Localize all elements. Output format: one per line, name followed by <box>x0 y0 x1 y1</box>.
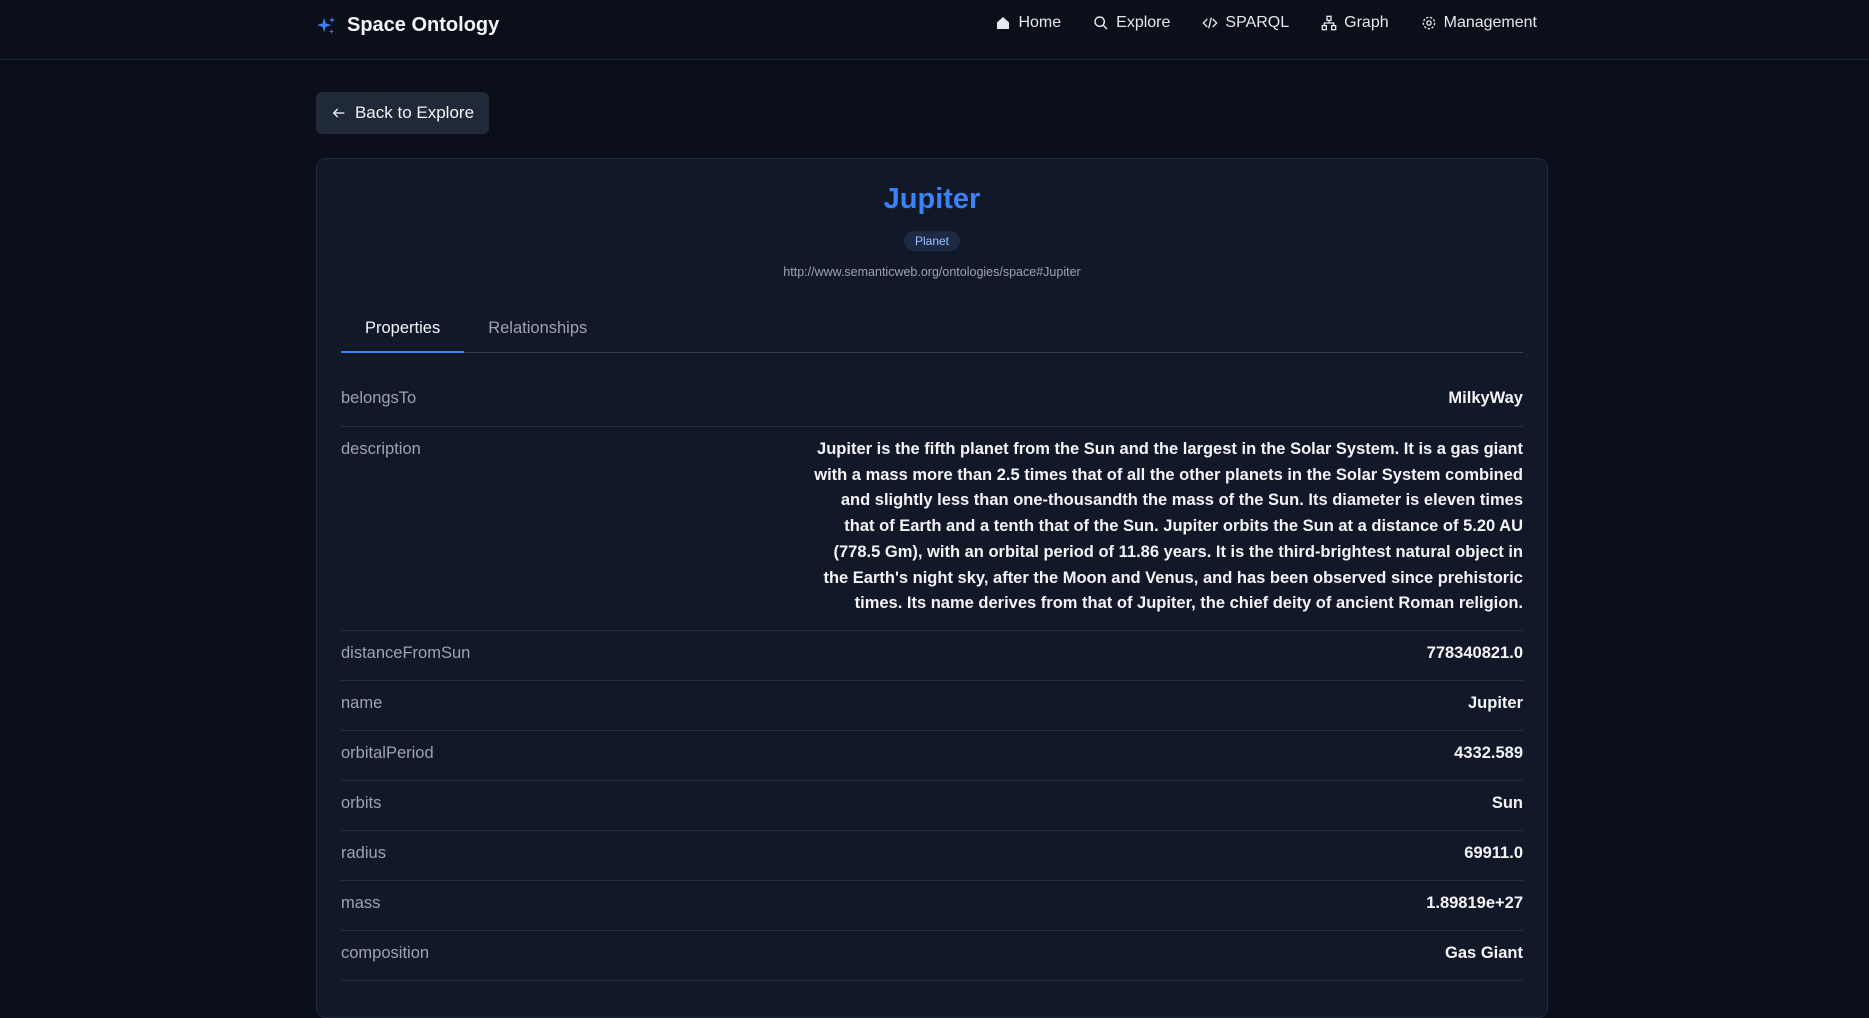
entity-card: Jupiter Planet http://www.semanticweb.or… <box>316 158 1548 1018</box>
entity-title: Jupiter <box>883 183 981 215</box>
nav-graph-label: Graph <box>1344 14 1389 31</box>
property-row: name Jupiter <box>341 681 1523 731</box>
nav-explore[interactable]: Explore <box>1093 14 1170 32</box>
property-value: MilkyWay <box>1448 389 1523 407</box>
top-navbar: Space Ontology Home Explore SPARQL Graph… <box>0 0 1869 60</box>
property-row: orbits Sun <box>341 781 1523 831</box>
property-row: mass 1.89819e+27 <box>341 881 1523 931</box>
type-badge: Planet <box>903 231 961 251</box>
entity-uri: http://www.semanticweb.org/ontologies/sp… <box>783 265 1081 279</box>
property-value: Jupiter <box>1467 693 1523 712</box>
nav-home[interactable]: Home <box>995 14 1061 32</box>
property-row: orbitalPeriod 4332.589 <box>341 731 1523 781</box>
tab-bar: Properties Relationships <box>341 311 1523 353</box>
property-value: 69911.0 <box>1464 843 1523 862</box>
search-icon <box>1094 16 1108 30</box>
nav-management[interactable]: Management <box>1421 14 1537 32</box>
nav-explore-label: Explore <box>1116 14 1171 31</box>
property-key: description <box>341 440 421 458</box>
back-to-explore-button[interactable]: Back to Explore <box>316 92 489 134</box>
property-row: distanceFromSun 778340821.0 <box>341 631 1523 681</box>
home-icon <box>997 17 1010 29</box>
gear-icon <box>1422 16 1435 30</box>
nav-sparql-label: SPARQL <box>1225 14 1290 31</box>
brand-name: Space Ontology <box>347 14 500 36</box>
brand[interactable]: Space Ontology <box>315 14 499 37</box>
property-key: distanceFromSun <box>341 643 471 662</box>
nav-management-label: Management <box>1443 14 1537 31</box>
property-value-description: Jupiter is the fifth planet from the Sun… <box>814 440 1523 613</box>
nav-home-label: Home <box>1018 14 1062 31</box>
main-nav: Home Explore SPARQL Graph Management <box>995 14 1537 32</box>
tab-properties[interactable]: Properties <box>341 311 465 353</box>
code-icon <box>1202 17 1219 29</box>
property-key: name <box>341 693 383 712</box>
property-value: Sun <box>1491 793 1523 812</box>
property-row: belongsTo MilkyWay <box>341 389 1523 427</box>
property-key: mass <box>341 893 381 912</box>
nav-graph[interactable]: Graph <box>1321 14 1389 32</box>
property-row: composition Gas Giant <box>341 931 1523 981</box>
back-button-label: Back to Explore <box>354 103 475 122</box>
property-value: Gas Giant <box>1445 943 1523 962</box>
graph-icon <box>1321 15 1337 31</box>
property-value: 778340821.0 <box>1426 643 1523 662</box>
property-row: radius 69911.0 <box>341 831 1523 881</box>
property-key: orbitalPeriod <box>341 743 434 762</box>
property-key: orbits <box>341 793 382 812</box>
property-key: composition <box>341 943 430 962</box>
property-key: radius <box>341 843 386 862</box>
sparkles-icon <box>316 16 336 34</box>
tab-relationships[interactable]: Relationships <box>464 311 611 353</box>
property-value: 4332.589 <box>1454 743 1523 762</box>
properties-list: belongsTo MilkyWay description Jupiter i… <box>341 389 1523 981</box>
property-key: belongsTo <box>341 389 417 407</box>
nav-sparql[interactable]: SPARQL <box>1202 14 1289 32</box>
arrow-left-icon <box>332 108 345 118</box>
badge-container: Planet <box>317 231 1547 251</box>
property-value: 1.89819e+27 <box>1426 893 1523 912</box>
property-row: description Jupiter is the fifth planet … <box>341 427 1523 631</box>
